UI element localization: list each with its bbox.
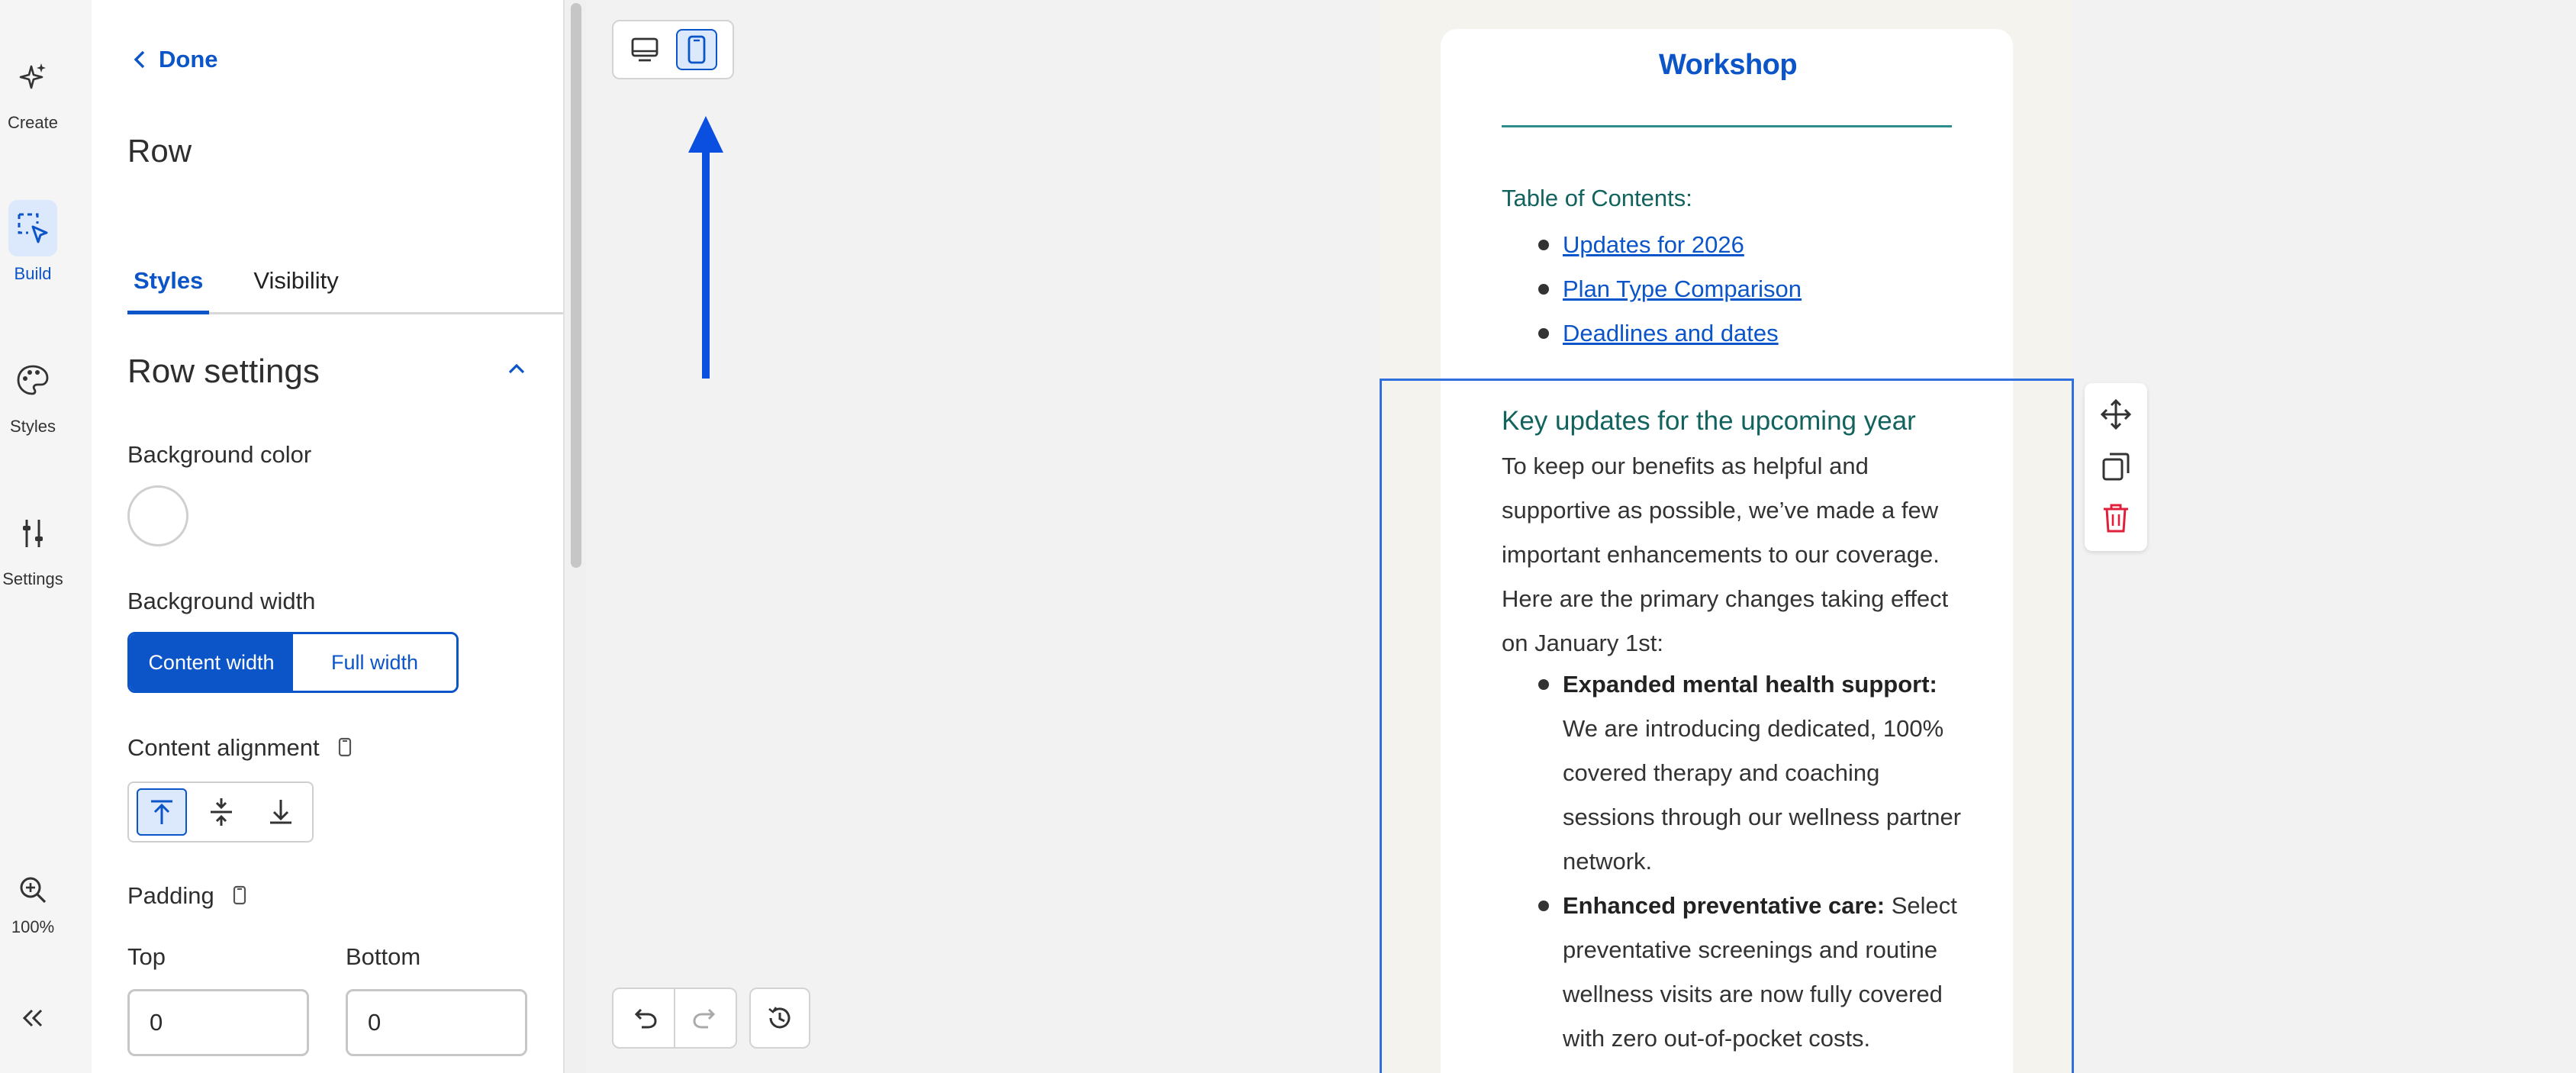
rail-item-build[interactable]: Build <box>0 200 66 284</box>
delete-row-button[interactable] <box>2095 498 2136 539</box>
mobile-device-icon <box>338 736 352 763</box>
sparkle-icon <box>8 49 57 105</box>
align-top-button[interactable] <box>137 788 187 836</box>
toc-link-plan-comparison[interactable]: Plan Type Comparison <box>1563 276 1802 303</box>
content-alignment-text: Content alignment <box>127 734 320 761</box>
bullet <box>1538 284 1549 295</box>
double-chevron-left-icon <box>8 1000 57 1036</box>
duplicate-row-button[interactable] <box>2095 446 2136 487</box>
mobile-device-icon <box>233 884 246 911</box>
selected-row-outline[interactable] <box>1380 379 2074 1073</box>
rail-label-styles: Styles <box>10 417 56 436</box>
done-label: Done <box>159 46 218 72</box>
palette-icon <box>8 353 57 409</box>
move-row-button[interactable] <box>2095 394 2136 435</box>
email-divider <box>1502 125 1952 127</box>
padding-top-label: Top <box>127 943 166 970</box>
toc-item: Deadlines and dates <box>1538 311 1802 356</box>
chevron-left-icon <box>134 50 145 69</box>
align-bottom-icon <box>270 800 291 824</box>
left-rail: Create Build Styles Settings 100% <box>0 0 92 1073</box>
padding-top-input[interactable] <box>127 989 309 1056</box>
collapse-rail-button[interactable] <box>0 1000 66 1036</box>
zoom-level: 100% <box>11 917 55 936</box>
background-width-label: Background width <box>127 588 316 614</box>
annotation-arrow <box>688 116 723 379</box>
toc-item: Plan Type Comparison <box>1538 267 1802 311</box>
toc-title: Table of Contents: <box>1502 185 1692 211</box>
bullet <box>1538 240 1549 250</box>
rail-item-create[interactable]: Create <box>0 49 66 133</box>
rail-label-create: Create <box>7 113 59 132</box>
row-toolbar <box>2085 383 2147 551</box>
toc-link-deadlines[interactable]: Deadlines and dates <box>1563 320 1779 347</box>
padding-label: Padding <box>127 882 246 911</box>
duplicate-icon <box>2102 453 2130 481</box>
undo-button[interactable] <box>613 989 675 1047</box>
desktop-view-button[interactable] <box>624 29 665 70</box>
move-arrows-icon <box>2100 398 2132 430</box>
padding-text: Padding <box>127 882 214 909</box>
zoom-control[interactable]: 100% <box>0 870 66 937</box>
history-icon <box>768 1007 791 1029</box>
version-history-button[interactable] <box>749 988 810 1049</box>
toc-list: Updates for 2026 Plan Type Comparison De… <box>1538 223 1802 356</box>
redo-button[interactable] <box>675 989 736 1047</box>
chevron-up-icon <box>508 363 525 374</box>
rail-item-styles[interactable]: Styles <box>0 353 66 437</box>
toc-item: Updates for 2026 <box>1538 223 1802 267</box>
view-mode-toggle <box>612 20 734 79</box>
section-title: Row settings <box>127 353 320 390</box>
tab-visibility[interactable]: Visibility <box>247 261 344 314</box>
background-width-toggle: Content width Full width <box>127 632 459 693</box>
background-color-swatch[interactable] <box>127 485 188 546</box>
content-width-option[interactable]: Content width <box>130 634 293 691</box>
build-select-icon <box>8 200 57 256</box>
properties-panel: Done Row Styles Visibility Row settings … <box>92 0 563 1073</box>
align-middle-button[interactable] <box>196 788 246 836</box>
done-button[interactable]: Done <box>133 46 218 73</box>
mobile-view-button[interactable] <box>676 29 717 70</box>
rail-label-settings: Settings <box>2 569 63 588</box>
workshop-logo: Workshop <box>1659 49 1798 81</box>
undo-redo-group <box>612 988 737 1049</box>
align-top-icon <box>151 800 172 824</box>
mobile-icon <box>687 35 706 64</box>
trash-icon <box>2104 504 2128 533</box>
sliders-icon <box>8 505 57 562</box>
redo-icon <box>692 1008 715 1029</box>
panel-title: Row <box>127 133 192 169</box>
undo-icon <box>634 1008 657 1029</box>
content-alignment-group <box>127 781 314 843</box>
toc-link-updates[interactable]: Updates for 2026 <box>1563 231 1744 259</box>
panel-tabs: Styles Visibility <box>127 261 563 314</box>
bullet <box>1538 328 1549 339</box>
align-bottom-button[interactable] <box>256 788 306 836</box>
align-middle-icon <box>211 798 232 826</box>
padding-bottom-input[interactable] <box>346 989 527 1056</box>
panel-scrollbar[interactable] <box>563 0 586 1073</box>
content-alignment-label: Content alignment <box>127 734 352 763</box>
rail-item-settings[interactable]: Settings <box>0 505 66 589</box>
padding-bottom-label: Bottom <box>346 943 421 970</box>
tab-styles[interactable]: Styles <box>127 261 210 314</box>
rail-label-build: Build <box>14 264 52 283</box>
zoom-in-icon <box>8 870 57 910</box>
collapse-section-button[interactable] <box>507 362 526 379</box>
background-color-label: Background color <box>127 441 312 468</box>
panel-scroll-thumb[interactable] <box>571 3 581 568</box>
desktop-icon <box>631 37 658 62</box>
full-width-option[interactable]: Full width <box>293 634 456 691</box>
